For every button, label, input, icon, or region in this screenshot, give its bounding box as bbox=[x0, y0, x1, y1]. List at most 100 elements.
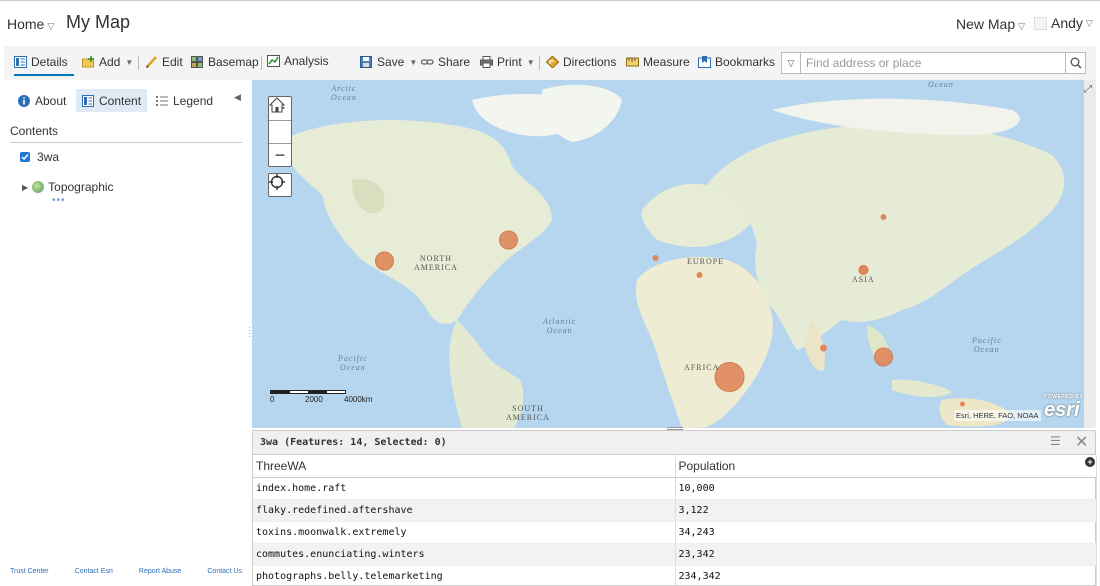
share-link-icon bbox=[421, 59, 434, 65]
contact-us-link[interactable]: Contact Us bbox=[207, 568, 242, 575]
directions-button[interactable]: Directions bbox=[546, 55, 616, 69]
search-icon bbox=[1070, 57, 1082, 69]
layer-visibility-checkbox[interactable] bbox=[20, 152, 30, 162]
edit-label: Edit bbox=[162, 55, 183, 69]
home-label: Home bbox=[7, 16, 45, 32]
search-input[interactable] bbox=[801, 52, 1066, 74]
legend-icon bbox=[156, 95, 168, 106]
esri-logo[interactable]: POWERED BY esri bbox=[1044, 394, 1083, 420]
toolbar-divider bbox=[539, 56, 540, 70]
tab-content-label: Content bbox=[99, 93, 142, 108]
content-icon bbox=[82, 94, 94, 107]
more-options-icon[interactable]: ••• bbox=[52, 195, 66, 206]
map-label-pacific-ocean-east: Pacific Ocean bbox=[972, 336, 1002, 354]
table-options-menu-icon[interactable]: ☰ bbox=[1050, 434, 1061, 448]
tab-about[interactable]: About bbox=[12, 89, 72, 112]
add-button[interactable]: Add ▼ bbox=[82, 55, 133, 69]
collapse-panel-icon[interactable]: ◀ bbox=[234, 92, 241, 103]
scale-bar: 0 2000 4000km bbox=[270, 390, 400, 405]
bookmarks-button[interactable]: Bookmarks bbox=[698, 55, 775, 69]
toolbar-divider bbox=[138, 56, 139, 70]
attribute-table: ThreeWA Population index.home.raft 10,00… bbox=[253, 455, 1097, 586]
table-row[interactable]: flaky.redefined.aftershave 3,122 bbox=[253, 499, 1097, 522]
table-header-row: ThreeWA Population bbox=[253, 455, 1097, 478]
home-extent-button[interactable] bbox=[269, 97, 291, 143]
table-row[interactable]: photographs.belly.telemarketing 234,342 bbox=[253, 565, 1097, 586]
table-cell-population: 3,122 bbox=[675, 499, 1097, 522]
fullscreen-icon[interactable]: ⤢ bbox=[1084, 84, 1092, 95]
basemap-button[interactable]: Basemap bbox=[191, 55, 259, 69]
map-view[interactable]: Arctic Ocean Ocean NORTH AMERICA EUROPE … bbox=[252, 80, 1096, 428]
add-field-icon[interactable]: + bbox=[1085, 457, 1095, 467]
table-row[interactable]: index.home.raft 10,000 bbox=[253, 477, 1097, 500]
print-button[interactable]: Print ▼ bbox=[480, 55, 535, 69]
analysis-label: Analysis bbox=[284, 54, 329, 68]
table-cell-threewa: flaky.redefined.aftershave bbox=[253, 499, 676, 522]
save-label: Save bbox=[377, 55, 405, 69]
directions-label: Directions bbox=[563, 55, 617, 69]
expand-triangle-icon[interactable]: ▶ bbox=[22, 183, 28, 192]
user-menu[interactable]: Andy ▽ bbox=[1034, 15, 1093, 31]
close-icon[interactable]: ✕ bbox=[1075, 432, 1088, 452]
add-label: Add bbox=[99, 55, 121, 69]
map-label-north-america: NORTH AMERICA bbox=[414, 254, 458, 272]
column-header-population[interactable]: Population bbox=[675, 455, 1097, 478]
contact-esri-link[interactable]: Contact Esri bbox=[75, 568, 113, 575]
edit-button[interactable]: Edit bbox=[145, 55, 183, 69]
scale-label-2000: 2000 bbox=[305, 395, 323, 404]
search-source-dropdown[interactable]: ▽ bbox=[781, 52, 801, 74]
share-label: Share bbox=[438, 55, 471, 69]
table-resize-handle[interactable] bbox=[667, 427, 683, 430]
print-icon bbox=[480, 56, 493, 68]
analysis-icon bbox=[267, 55, 280, 67]
details-active-underline bbox=[14, 74, 74, 76]
map-attribution[interactable]: Esri, HERE, FAO, NOAA bbox=[954, 410, 1041, 421]
table-cell-population: 234,342 bbox=[675, 565, 1097, 586]
table-row[interactable]: toxins.moonwalk.extremely 34,243 bbox=[253, 521, 1097, 544]
new-map-menu[interactable]: New Map ▽ bbox=[956, 16, 1025, 32]
column-header-threewa[interactable]: ThreeWA bbox=[253, 455, 676, 478]
table-row[interactable]: commutes.enunciating.winters 23,342 bbox=[253, 543, 1097, 566]
layer-item-basemap[interactable]: ▶ Topographic bbox=[22, 180, 114, 194]
locate-button[interactable] bbox=[268, 173, 292, 197]
chevron-down-icon: ▽ bbox=[787, 57, 795, 68]
scale-label-4000: 4000km bbox=[344, 395, 373, 404]
search-button[interactable] bbox=[1066, 52, 1086, 74]
share-button[interactable]: Share bbox=[421, 55, 470, 69]
details-button[interactable]: Details bbox=[14, 55, 68, 69]
map-title[interactable]: My Map bbox=[66, 12, 130, 33]
attribute-table-panel: 3wa (Features: 14, Selected: 0) ☰ ✕ + Th… bbox=[252, 427, 1097, 586]
trust-center-link[interactable]: Trust Center bbox=[10, 568, 49, 575]
add-caret-icon: ▼ bbox=[125, 57, 134, 67]
user-caret-icon: ▽ bbox=[1085, 17, 1093, 28]
main-toolbar: Details Add ▼ Edit Basemap Analysis Save ▼… bbox=[4, 46, 1096, 80]
table-cell-population: 23,342 bbox=[675, 543, 1097, 566]
layer-item-3wa[interactable]: 3wa bbox=[20, 150, 59, 164]
attribute-table-title: 3wa (Features: 14, Selected: 0) bbox=[260, 437, 447, 448]
tab-legend[interactable]: Legend bbox=[150, 89, 219, 112]
save-button[interactable]: Save ▼ bbox=[360, 55, 417, 69]
table-cell-population: 10,000 bbox=[675, 477, 1097, 500]
app-header: Home ▽ My Map New Map ▽ Andy ▽ bbox=[0, 0, 1100, 46]
details-label: Details bbox=[31, 55, 68, 69]
details-panel: About Content Legend ◀ Contents 3wa ▶ To… bbox=[4, 80, 248, 586]
save-caret-icon: ▼ bbox=[409, 57, 418, 67]
locate-crosshair-icon bbox=[269, 174, 285, 190]
directions-icon bbox=[546, 56, 559, 68]
report-abuse-link[interactable]: Report Abuse bbox=[139, 568, 181, 575]
footer-links: Trust Center Contact Esri Report Abuse C… bbox=[4, 568, 248, 575]
add-icon bbox=[82, 56, 94, 68]
tab-content[interactable]: Content bbox=[76, 89, 148, 112]
analysis-button[interactable]: Analysis bbox=[267, 54, 329, 68]
zoom-out-button[interactable]: − bbox=[269, 143, 291, 166]
avatar bbox=[1034, 16, 1047, 30]
scale-bar-segments bbox=[270, 390, 346, 394]
contents-heading: Contents bbox=[10, 124, 59, 138]
user-name: Andy bbox=[1051, 15, 1083, 31]
bookmark-icon bbox=[698, 56, 711, 68]
home-menu[interactable]: Home ▽ bbox=[7, 16, 54, 32]
panel-resize-handle[interactable]: · · · · bbox=[248, 323, 251, 342]
measure-button[interactable]: Measure bbox=[626, 55, 690, 69]
layer-name: 3wa bbox=[37, 150, 60, 164]
map-label-south-america: SOUTH AMERICA bbox=[506, 404, 550, 422]
